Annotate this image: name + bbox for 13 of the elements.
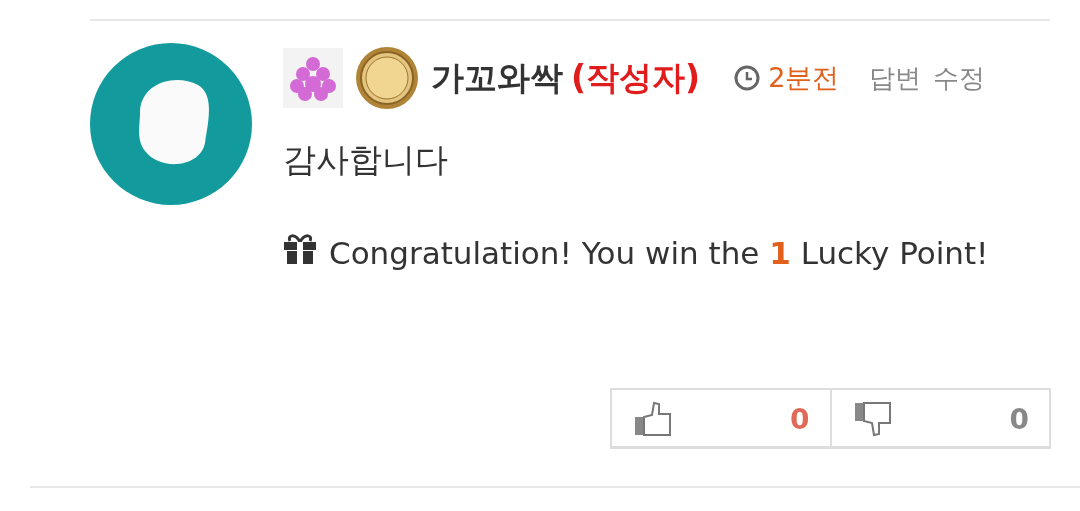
thumbs-down-icon	[853, 401, 894, 437]
thumbs-up-icon	[634, 401, 674, 437]
flower-icon	[283, 48, 343, 108]
medal-icon	[355, 46, 419, 110]
action-link[interactable]: 답변	[869, 60, 922, 96]
clock-icon	[734, 65, 761, 91]
lucky-point-message: Congratulation! You win the 1 Lucky Point!	[329, 234, 990, 273]
timestamp: 2분전	[768, 61, 840, 95]
author-name: 가꼬와싹	[431, 56, 563, 99]
comment-text: 감사합니다	[283, 139, 448, 181]
gift-icon	[283, 233, 317, 265]
action-link[interactable]: 수정	[933, 60, 986, 96]
author-tag: (작성자)	[571, 55, 701, 101]
